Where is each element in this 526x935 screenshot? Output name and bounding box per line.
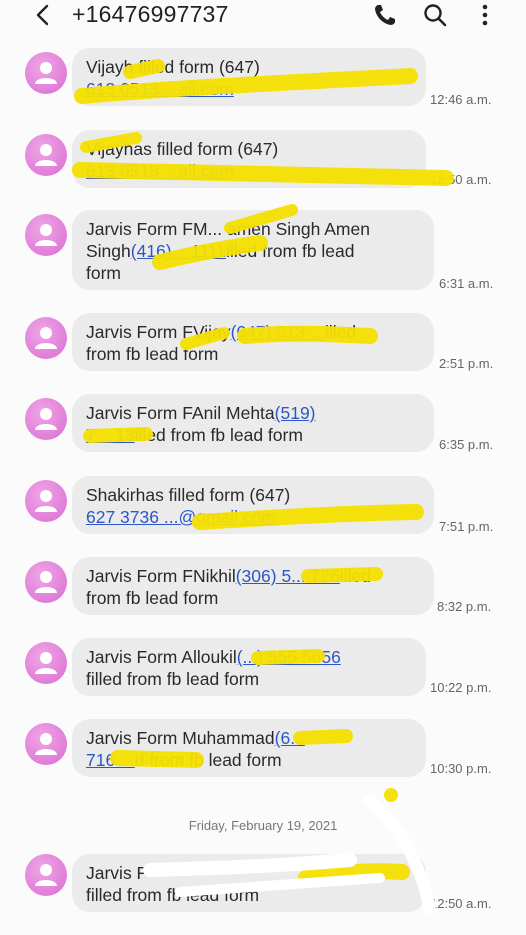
message-text: Shakirhas filled form (647) (86, 485, 291, 505)
contact-title: +16476997737 (72, 1, 229, 27)
avatar[interactable] (25, 561, 67, 603)
message-time: 10:22 p.m. (430, 680, 492, 695)
message-text: Jarvis Form FNikhil (86, 566, 236, 586)
message-link[interactable]: 613 0513 ...ail.com (86, 79, 234, 99)
avatar[interactable] (25, 52, 67, 94)
message-text: filled from fb lead form (86, 885, 260, 905)
message-text: Jarvis Form Alloukil (86, 647, 237, 667)
message-time: 2:51 p.m. (439, 356, 494, 371)
message-time: 7:51 p.m. (439, 519, 494, 534)
message-time: 12:50 a.m. (430, 172, 492, 187)
avatar[interactable] (25, 854, 67, 896)
avatar[interactable] (25, 723, 67, 765)
message-link[interactable]: (6... (275, 728, 305, 748)
message-link[interactable]: 716 ... (86, 750, 135, 770)
message-text: illed from fb lead (226, 241, 355, 261)
message-text: illed (324, 322, 357, 342)
phone-icon[interactable] (372, 2, 398, 28)
message-text: Jarvis F (86, 863, 148, 883)
message-text: illed (339, 566, 371, 586)
message-text: Jarvis Form FM... amen Singh Amen (86, 219, 370, 239)
avatar[interactable] (25, 398, 67, 440)
message-link[interactable]: 613 0513 ...ail.com (86, 161, 234, 181)
avatar[interactable] (25, 134, 67, 176)
message-bubble[interactable]: Jarvis F filled from fb lead form (72, 854, 426, 912)
message-link[interactable]: 627 3736 ...@gmail.com (86, 507, 276, 527)
message-time: 6:35 p.m. (439, 437, 494, 452)
message-text: Singh (86, 241, 131, 261)
avatar[interactable] (25, 214, 67, 256)
more-vertical-icon[interactable] (472, 2, 498, 28)
message-link[interactable]: (647) 613 ... (231, 322, 325, 342)
message-text: filled from fb lead form (86, 669, 260, 689)
message-link[interactable]: (416) ...1111 (131, 241, 226, 261)
message-link[interactable]: (519) (275, 403, 316, 423)
message-text: Jarvis Form Muhammad (86, 728, 275, 748)
message-bubble[interactable]: Jarvis Form Muhammad(6... 716 ...d from … (72, 719, 426, 777)
date-separator: Friday, February 19, 2021 (188, 818, 338, 833)
message-bubble[interactable]: Jarvis Form FNikhil(306) 5... 726illed f… (72, 557, 434, 615)
message-link[interactable]: (...) 555 5656 (237, 647, 341, 667)
message-time: 8:32 p.m. (437, 599, 492, 614)
message-text: filled form (647) (138, 57, 260, 77)
avatar[interactable] (25, 642, 67, 684)
avatar[interactable] (25, 317, 67, 359)
message-time: 6:31 a.m. (439, 276, 494, 291)
message-text: Jarvis Form FVijay (86, 322, 231, 342)
chevron-left-icon[interactable] (30, 2, 56, 28)
message-text: d from fb lead form (134, 750, 282, 770)
message-bubble[interactable]: Shakirhas filled form (647) 627 3736 ...… (72, 476, 434, 534)
top-bar: +16476997737 (0, 0, 526, 32)
message-link[interactable]: (306) 5... 726 (236, 566, 340, 586)
search-icon[interactable] (422, 2, 448, 28)
message-text: illed from fb lead form (134, 425, 303, 445)
message-text: Vijayh (86, 57, 134, 77)
message-time: 10:30 p.m. (430, 761, 492, 776)
message-text: from fb lead form (86, 588, 219, 608)
message-time: 12:46 a.m. (430, 92, 492, 107)
message-link[interactable]: 7... 13 (86, 425, 135, 445)
message-bubble[interactable]: Jarvis Form FM... amen Singh Amen Singh(… (72, 210, 434, 290)
message-text: Jarvis Form FAnil Mehta (86, 403, 275, 423)
message-time: 12:50 a.m. (430, 896, 492, 911)
message-bubble[interactable]: Jarvis Form FVijay(647) 613 ...illed fro… (72, 313, 434, 371)
message-bubble[interactable]: Jarvis Form FAnil Mehta(519) 7... 13ille… (72, 394, 434, 452)
message-text: Vijayhas filled form (647) (86, 139, 279, 159)
message-bubble[interactable]: Vijayhas filled form (647) 613 0513 ...a… (72, 130, 426, 188)
message-text: form (86, 263, 121, 283)
message-bubble[interactable]: Vijayh filled form (647) 613 0513 ...ail… (72, 48, 426, 106)
message-text: from fb lead form (86, 344, 219, 364)
message-bubble[interactable]: Jarvis Form Alloukil(...) 555 5656 fille… (72, 638, 426, 696)
avatar[interactable] (25, 480, 67, 522)
